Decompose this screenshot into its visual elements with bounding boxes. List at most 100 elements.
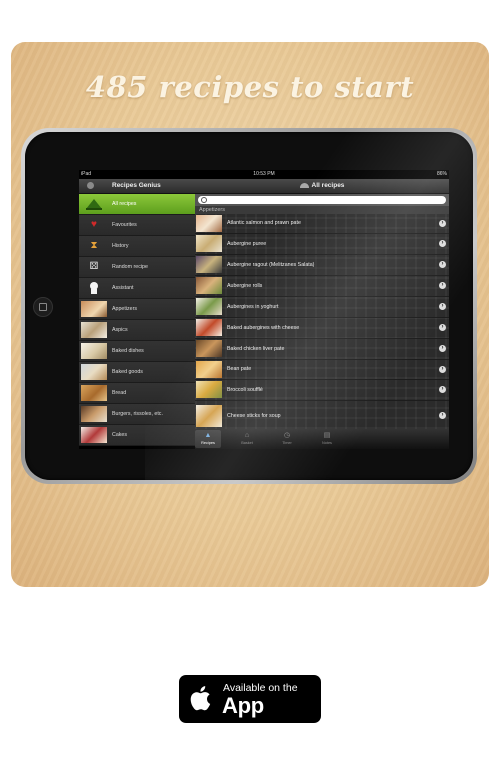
sidebar-item-burgers[interactable]: Burgers, rissoles, etc. — [79, 404, 195, 425]
settings-icon[interactable] — [87, 182, 94, 189]
search-input[interactable] — [198, 196, 446, 204]
sidebar-item-baked-dishes[interactable]: Baked dishes — [79, 341, 195, 362]
app-store-line2: App Store — [222, 693, 277, 744]
main-title: All recipes — [311, 182, 345, 189]
sidebar-item-label: History — [112, 243, 129, 249]
recipe-row[interactable]: Cheese sticks for soup › — [195, 401, 449, 432]
burgers-thumb — [81, 406, 107, 422]
section-header: Appetizers — [195, 206, 449, 214]
sidebar-item-aspics[interactable]: Aspics — [79, 320, 195, 341]
sidebar-item-label: Bread — [112, 390, 127, 396]
tab-basket[interactable]: ⌂ Basket — [234, 430, 260, 448]
chef-hat-icon — [299, 182, 309, 188]
sidebar-item-random-recipe[interactable]: ⚄ Random recipe — [79, 257, 195, 278]
sidebar-item-label: Assistant — [112, 285, 134, 291]
tab-label: Timer — [282, 441, 292, 445]
sidebar-item-appetizers[interactable]: Appetizers — [79, 299, 195, 320]
tab-timer[interactable]: ◷ Timer — [274, 430, 300, 448]
basket-icon: ⌂ — [244, 432, 250, 439]
app-store-badge[interactable]: Available on the App Store — [179, 675, 321, 744]
recipe-name: Atlantic salmon and prawn pate — [227, 220, 301, 226]
disclosure-arrow-icon[interactable]: › — [439, 386, 446, 393]
ipad-device: iPad 10:53 PM 86% Recipes Genius All rec… — [21, 128, 477, 484]
recipe-thumb — [196, 381, 222, 398]
recipe-row[interactable]: Aubergine puree › — [195, 234, 449, 255]
sidebar-item-cakes[interactable]: Cakes — [79, 425, 195, 446]
promo-card: 485 recipes to start iPad 10:53 PM 86% R… — [11, 42, 489, 587]
appetizers-thumb — [81, 301, 107, 317]
recipe-thumb — [196, 215, 222, 232]
status-time: 10:53 PM — [253, 171, 275, 177]
sidebar-item-all-recipes[interactable]: All recipes — [79, 194, 195, 215]
tab-label: Basket — [241, 441, 253, 445]
ipad-screen: iPad 10:53 PM 86% Recipes Genius All rec… — [79, 170, 449, 449]
chef-icon — [81, 280, 107, 296]
recipe-thumb — [196, 298, 222, 315]
disclosure-arrow-icon[interactable]: › — [439, 412, 446, 419]
cakes-thumb — [81, 427, 107, 443]
status-bar: iPad 10:53 PM 86% — [79, 170, 449, 179]
disclosure-arrow-icon[interactable]: › — [439, 324, 446, 331]
recipe-row[interactable]: Baked chicken liver pate › — [195, 339, 449, 360]
recipe-name: Aubergines in yoghurt — [227, 304, 279, 310]
chef-hat-icon: ▲ — [204, 432, 212, 439]
disclosure-arrow-icon[interactable]: › — [439, 345, 446, 352]
sidebar-header: Recipes Genius — [79, 179, 195, 194]
disclosure-arrow-icon[interactable]: › — [439, 261, 446, 268]
sidebar-item-history[interactable]: ⧗ History — [79, 236, 195, 257]
disclosure-arrow-icon[interactable]: › — [439, 366, 446, 373]
disclosure-arrow-icon[interactable]: › — [439, 220, 446, 227]
disclosure-arrow-icon[interactable]: › — [439, 240, 446, 247]
dice-icon: ⚄ — [89, 261, 99, 272]
disclosure-arrow-icon[interactable]: › — [439, 282, 446, 289]
disclosure-arrow-icon[interactable]: › — [439, 303, 446, 310]
main-header: All recipes — [195, 179, 449, 194]
recipe-name: Baked aubergines with cheese — [227, 325, 300, 331]
aspics-thumb — [81, 322, 107, 338]
recipe-name: Baked chicken liver pate — [227, 346, 285, 352]
sidebar-item-baked-goods[interactable]: Baked goods — [79, 362, 195, 383]
recipe-row[interactable]: Aubergine ragout (Melitzanes Salata) › — [195, 255, 449, 276]
recipe-thumb — [196, 256, 222, 273]
recipe-name: Cheese sticks for soup — [227, 413, 281, 419]
notes-icon: ▤ — [323, 432, 331, 439]
sidebar-item-label: Baked dishes — [112, 348, 144, 354]
recipe-thumb — [196, 340, 222, 357]
recipe-thumb — [196, 405, 222, 427]
tab-label: Recipes — [201, 441, 215, 445]
sidebar-item-bread[interactable]: Bread — [79, 383, 195, 404]
headline: 485 recipes to start — [85, 70, 415, 104]
recipe-row[interactable]: Baked aubergines with cheese › — [195, 318, 449, 339]
battery-level: 86% — [436, 171, 447, 177]
recipe-name: Aubergine ragout (Melitzanes Salata) — [227, 262, 315, 268]
recipe-row[interactable]: Bean pate › — [195, 360, 449, 380]
recipe-list-panel: All recipes Appetizers Atlantic salmon a… — [195, 179, 449, 432]
recipe-name: Broccoli soufflé — [227, 387, 263, 393]
tab-notes[interactable]: ▤ Notes — [314, 430, 340, 448]
clock-icon: ◷ — [283, 432, 291, 439]
home-button[interactable] — [33, 297, 53, 317]
recipe-row[interactable]: Aubergines in yoghurt › — [195, 297, 449, 318]
bread-thumb — [81, 385, 107, 401]
sidebar-item-label: Baked goods — [112, 369, 143, 375]
recipe-row[interactable]: Aubergine rolls › — [195, 276, 449, 297]
sidebar-item-label: Appetizers — [112, 306, 138, 312]
tab-recipes[interactable]: ▲ Recipes — [195, 430, 221, 448]
sidebar-title: Recipes Genius — [112, 182, 161, 189]
sidebar-item-favourites[interactable]: ♥ Favourites — [79, 215, 195, 236]
sidebar: Recipes Genius All recipes ♥ Favourites … — [79, 179, 195, 446]
recipe-thumb — [196, 319, 222, 336]
recipe-row[interactable]: Atlantic salmon and prawn pate › — [195, 214, 449, 234]
hourglass-icon: ⧗ — [90, 240, 98, 251]
recipe-thumb — [196, 361, 222, 378]
baked-dishes-thumb — [81, 343, 107, 359]
search-bar — [195, 194, 449, 206]
sidebar-item-assistant[interactable]: Assistant — [79, 278, 195, 299]
sidebar-item-label: Random recipe — [112, 264, 148, 270]
recipe-name: Aubergine rolls — [227, 283, 263, 289]
apple-logo-icon — [190, 683, 214, 720]
sidebar-item-label: Favourites — [112, 222, 137, 228]
baked-goods-thumb — [81, 364, 107, 380]
recipe-row[interactable]: Broccoli soufflé › — [195, 380, 449, 401]
recipe-thumb — [196, 277, 222, 294]
